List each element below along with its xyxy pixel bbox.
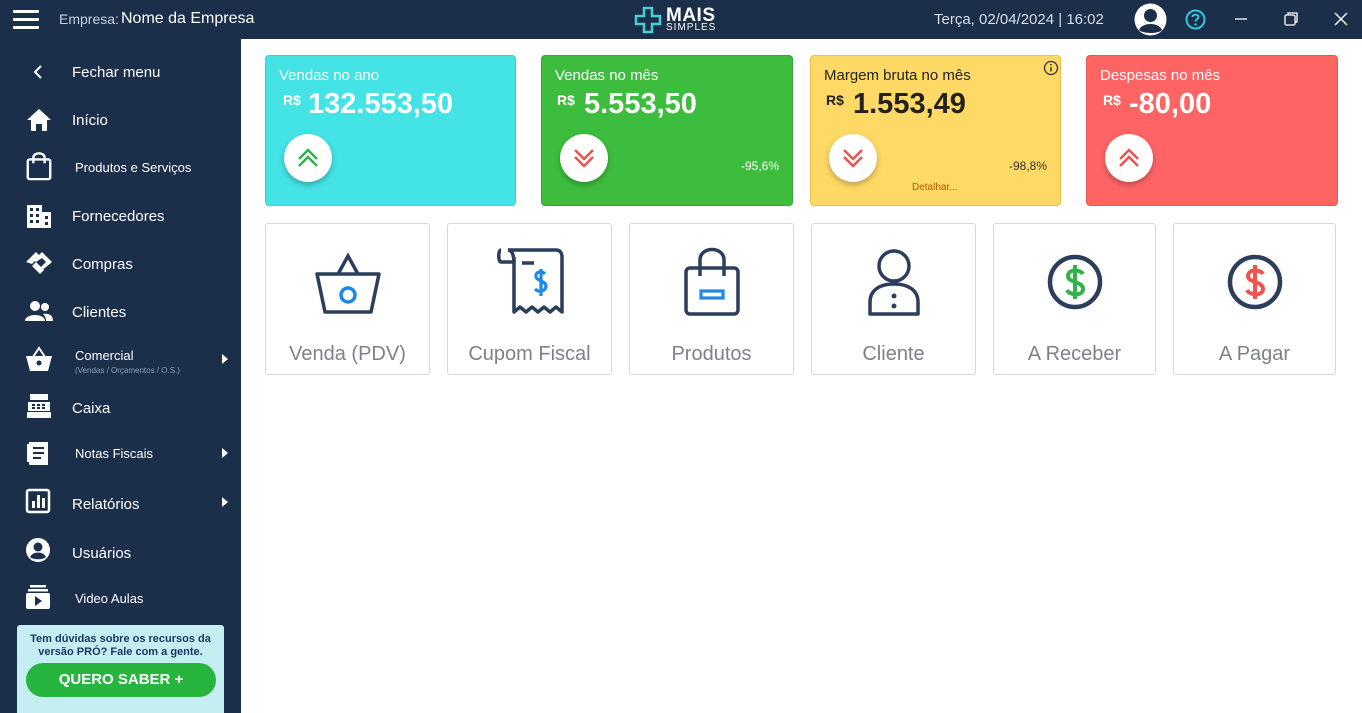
sidebar-item-label: Caixa [72, 400, 111, 417]
tile-label: A Receber [1027, 343, 1122, 365]
tile-label: Cupom Fiscal [468, 343, 591, 365]
bar-chart-icon [25, 488, 51, 514]
sidebar-item-label: Início [72, 112, 108, 129]
basket-icon [315, 252, 381, 314]
card-currency: R$ [557, 92, 575, 108]
card-vendas-ano: Vendas no ano R$ 132.553,50 [265, 55, 516, 206]
sidebar-item-label: Clientes [72, 304, 127, 321]
user-avatar-icon[interactable] [1134, 3, 1167, 36]
sidebar-item-label: Compras [72, 256, 133, 273]
card-percent: -95,6% [741, 159, 780, 173]
sidebar-item-compras[interactable]: Compras [0, 244, 241, 284]
sidebar-item-label: Fechar menu [72, 64, 161, 81]
trend-up-icon[interactable] [284, 134, 332, 182]
info-icon[interactable] [1043, 60, 1059, 76]
shortcut-a-pagar[interactable]: A Pagar [1173, 223, 1336, 375]
trend-up-icon[interactable] [1105, 134, 1153, 182]
logo-cross-icon [634, 6, 662, 34]
company-name: Nome da Empresa [121, 10, 255, 27]
card-despesas-mes: Despesas no mês R$ -80,00 [1086, 55, 1338, 206]
pro-promo-box: Tem dúvidas sobre os recursos da versão … [17, 625, 224, 713]
video-library-icon [26, 585, 50, 609]
sidebar-item-label: Notas Fiscais [75, 446, 154, 461]
building-icon [27, 205, 51, 228]
person-icon [868, 249, 920, 316]
sidebar-item-sublabel: (Vendas / Orçamentos / O.S.) [75, 366, 180, 375]
card-title: Vendas no mês [555, 67, 659, 84]
current-datetime: Terça, 02/04/2024 | 16:02 [934, 11, 1104, 28]
invoice-icon [27, 442, 48, 465]
card-title: Vendas no ano [279, 67, 380, 84]
card-currency: R$ [283, 92, 301, 108]
submenu-arrow-icon [222, 497, 228, 507]
help-icon[interactable] [1185, 9, 1206, 30]
sidebar-item-notas-fiscais[interactable]: Notas Fiscais [0, 433, 241, 473]
people-icon [25, 301, 53, 321]
shortcut-cliente[interactable]: Cliente [811, 223, 976, 375]
app-logo: MAIS SIMPLES [634, 4, 734, 34]
shortcut-venda-pdv[interactable]: Venda (PDV) [265, 223, 430, 375]
card-vendas-mes: Vendas no mês R$ 5.553,50 -95,6% [541, 55, 793, 206]
minimize-icon[interactable] [1231, 9, 1251, 29]
card-percent: -98,8% [1009, 159, 1048, 173]
cash-register-icon [27, 394, 51, 418]
close-icon[interactable] [1331, 9, 1351, 29]
trend-down-icon[interactable] [829, 134, 877, 182]
submenu-arrow-icon [222, 448, 228, 458]
sidebar-item-label: Fornecedores [72, 208, 165, 225]
detalhar-link[interactable]: Detalhar... [912, 182, 958, 193]
quero-saber-button[interactable]: QUERO SABER + [26, 663, 216, 697]
shopping-bag-icon [684, 247, 740, 316]
sidebar-item-fechar-menu[interactable]: Fechar menu [0, 52, 241, 92]
sidebar-item-caixa[interactable]: Caixa [0, 388, 241, 428]
home-icon [27, 109, 51, 131]
submenu-arrow-icon [222, 354, 228, 364]
top-bar: Empresa: Nome da Empresa MAIS SIMPLES Te… [0, 0, 1362, 39]
card-margem-bruta: Margem bruta no mês R$ 1.553,49 -98,8% D… [810, 55, 1061, 206]
logo-text-simples: SIMPLES [666, 22, 717, 33]
sidebar-item-usuarios[interactable]: Usuários [0, 532, 241, 572]
tile-label: Venda (PDV) [289, 343, 406, 365]
company-label: Empresa: [59, 11, 119, 27]
sidebar-item-label: Video Aulas [75, 591, 144, 606]
tile-label: Cliente [862, 343, 925, 365]
sidebar-item-clientes[interactable]: Clientes [0, 292, 241, 332]
card-value: -80,00 [1129, 88, 1212, 120]
sidebar-item-video-aulas[interactable]: Video Aulas [0, 577, 241, 617]
card-value: 1.553,49 [853, 88, 966, 120]
account-circle-icon [26, 538, 50, 562]
sidebar-item-produtos-servicos[interactable]: Produtos e Serviços [0, 147, 241, 187]
chevron-left-icon [33, 65, 42, 79]
handshake-icon [26, 252, 52, 274]
sidebar-item-label: Usuários [72, 545, 132, 562]
card-title: Despesas no mês [1100, 67, 1221, 84]
sidebar-item-fornecedores[interactable]: Fornecedores [0, 196, 241, 236]
shortcut-cupom-fiscal[interactable]: Cupom Fiscal [447, 223, 612, 375]
shopping-bag-icon [26, 152, 52, 181]
card-title: Margem bruta no mês [824, 67, 971, 84]
promo-text: Tem dúvidas sobre os recursos da versão … [30, 633, 211, 658]
basket-icon [26, 346, 52, 371]
card-currency: R$ [826, 92, 844, 108]
shortcut-produtos[interactable]: Produtos [629, 223, 794, 375]
sidebar-item-comercial[interactable]: Comercial (Vendas / Orçamentos / O.S.) [0, 339, 241, 379]
sidebar-item-label: Relatórios [72, 496, 140, 513]
dollar-in-icon [1047, 254, 1103, 310]
card-value: 132.553,50 [308, 88, 454, 120]
tile-label: Produtos [671, 343, 752, 365]
receipt-icon [497, 248, 564, 314]
dollar-out-icon [1227, 254, 1283, 310]
trend-down-icon[interactable] [560, 134, 608, 182]
card-value: 5.553,50 [584, 88, 697, 120]
restore-icon[interactable] [1281, 9, 1301, 29]
shortcut-a-receber[interactable]: A Receber [993, 223, 1156, 375]
sidebar-item-label: Comercial [75, 348, 134, 363]
sidebar-item-relatorios[interactable]: Relatórios [0, 483, 241, 523]
sidebar-item-inicio[interactable]: Início [0, 100, 241, 140]
menu-icon[interactable] [13, 10, 39, 30]
sidebar-item-label: Produtos e Serviços [75, 160, 192, 175]
tile-label: A Pagar [1218, 343, 1291, 365]
card-currency: R$ [1103, 92, 1121, 108]
sidebar: Fechar menu Início Produtos e Serviços F… [0, 39, 241, 713]
